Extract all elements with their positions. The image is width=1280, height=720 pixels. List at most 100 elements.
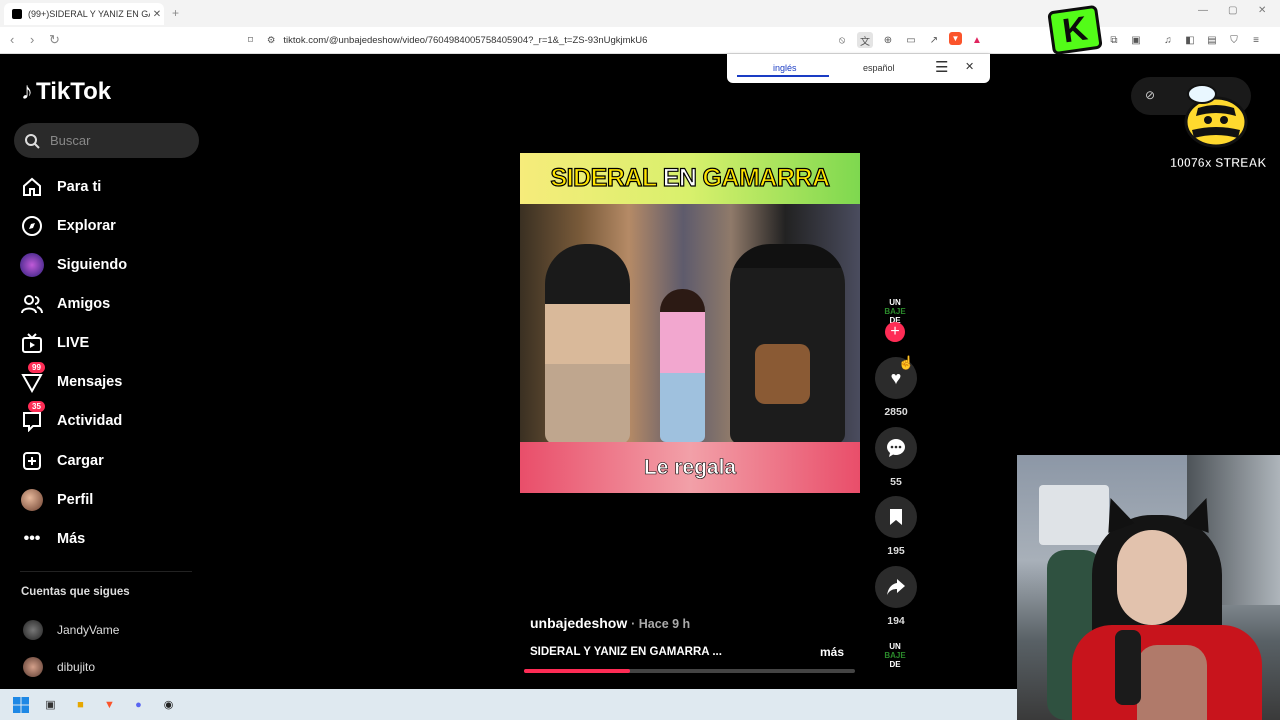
nav-item-para-ti[interactable]: Para ti — [20, 172, 200, 202]
sound-disc[interactable]: UN BAJE DE — [875, 635, 917, 675]
vpn-icon[interactable]: ⛉ — [1226, 32, 1242, 48]
bee-mascot-icon — [1184, 84, 1248, 148]
menu-icon[interactable]: ≡ — [1248, 32, 1264, 48]
tiktok-small-icon[interactable]: ⊘ — [1145, 88, 1155, 102]
comment-icon[interactable] — [875, 427, 917, 469]
following-account-item[interactable]: JandyVame — [23, 620, 119, 640]
webcam-face — [1117, 530, 1187, 625]
minimize-button[interactable]: — — [1198, 5, 1208, 16]
share-count: 194 — [887, 615, 905, 627]
file-explorer-icon[interactable]: ■ — [72, 696, 89, 713]
nav-item-amigos[interactable]: Amigos — [20, 289, 200, 319]
site-info-icon[interactable]: ⚙ — [267, 35, 276, 46]
video-caption: Le regala — [520, 442, 860, 493]
music-icon[interactable]: ♫ — [1160, 32, 1176, 48]
webcam-shelf — [1039, 485, 1109, 545]
no-tracking-icon[interactable]: ⦸ — [834, 32, 850, 48]
back-icon[interactable]: ‹ — [10, 32, 14, 47]
channel-logo-line: BAJE — [884, 306, 906, 316]
translate-menu-icon[interactable]: ☰ — [935, 58, 948, 76]
search-icon — [25, 133, 40, 149]
follow-plus-button[interactable]: + — [885, 322, 905, 342]
share-action[interactable]: 194 — [875, 566, 917, 627]
bookmark-icon[interactable] — [875, 496, 917, 538]
nav-item-explorar[interactable]: Explorar — [20, 211, 200, 241]
video-progress-bar[interactable] — [524, 669, 855, 673]
url-text[interactable]: tiktok.com/@unbajedeshow/video/760498400… — [283, 35, 647, 46]
nav-item-siguiendo[interactable]: Siguiendo — [20, 250, 200, 280]
translate-from-tab[interactable]: inglés — [773, 63, 797, 73]
nav-item-mensajes[interactable]: 99 Mensajes — [20, 362, 200, 397]
share-icon[interactable]: ↗ — [926, 32, 942, 48]
nav-item-perfil[interactable]: Perfil — [20, 485, 200, 515]
window-close-button[interactable]: ✕ — [1258, 5, 1266, 16]
following-avatar-icon — [20, 253, 44, 277]
nav-label: LIVE — [57, 335, 90, 351]
channel-logo-line: DE — [889, 659, 901, 669]
windows-start-icon[interactable] — [12, 696, 29, 713]
bookmark-icon[interactable]: ⌑ — [248, 35, 253, 46]
save-action[interactable]: 195 — [875, 496, 917, 557]
activity-icon: 35 — [20, 401, 45, 433]
nav-label: Explorar — [57, 218, 116, 234]
task-view-icon[interactable]: ▣ — [42, 696, 59, 713]
activity-badge: 35 — [28, 401, 45, 412]
discord-icon[interactable]: ● — [130, 696, 147, 713]
nav-item-mas[interactable]: ••• Más — [20, 524, 200, 554]
author-name[interactable]: unbajedeshow — [530, 615, 627, 631]
webcam-overlay — [1017, 455, 1280, 720]
account-name: JandyVame — [57, 623, 120, 637]
microphone-icon — [1115, 630, 1141, 705]
following-account-item[interactable]: dibujito — [23, 657, 95, 677]
logo-text: TikTok — [36, 78, 112, 105]
tiktok-logo[interactable]: ♪ TikTok — [21, 78, 111, 106]
nav-item-actividad[interactable]: 35 Actividad — [20, 401, 200, 436]
extensions-icon[interactable]: ⧉ — [1106, 32, 1122, 48]
video-bag — [755, 344, 810, 404]
nav-item-live[interactable]: LIVE — [20, 328, 200, 358]
translate-to-tab[interactable]: español — [863, 63, 895, 73]
brave-rewards-icon[interactable]: ▲ — [969, 32, 985, 48]
maximize-button[interactable]: ▢ — [1228, 5, 1237, 16]
zoom-icon[interactable]: ⊕ — [880, 32, 896, 48]
translate-icon[interactable]: 文 — [857, 32, 873, 48]
nav-item-cargar[interactable]: Cargar — [20, 446, 200, 476]
nav-label: Actividad — [57, 413, 123, 429]
reload-icon[interactable]: ↻ — [49, 32, 60, 48]
install-app-icon[interactable]: ▭ — [903, 32, 919, 48]
upload-icon — [20, 449, 44, 473]
sidebar-divider — [20, 571, 192, 572]
video-frame — [520, 204, 860, 444]
translate-close-icon[interactable]: ✕ — [965, 60, 974, 73]
tiktok-note-icon: ♪ — [21, 78, 33, 105]
nav-label: Más — [57, 531, 86, 547]
browser-tab[interactable]: (99+)SIDERAL Y YANIZ EN GA ✕ — [4, 3, 164, 25]
video-description: SIDERAL Y YANIZ EN GAMARRA ... — [530, 646, 722, 658]
tiktok-favicon-icon — [12, 9, 22, 19]
video-player[interactable]: SIDERAL EN GAMARRA Le regala — [520, 153, 860, 493]
new-tab-button[interactable]: + — [172, 6, 179, 20]
brave-browser-icon[interactable]: ▼ — [101, 696, 118, 713]
more-link[interactable]: más — [820, 645, 844, 659]
search-bar[interactable] — [14, 123, 199, 158]
nav-label: Perfil — [57, 492, 94, 508]
messages-badge: 99 — [28, 362, 45, 373]
brave-shields-icon[interactable]: ▼ — [949, 32, 962, 45]
mouse-cursor-icon: ☝ — [898, 355, 915, 370]
search-input[interactable] — [48, 132, 178, 149]
wallet-icon[interactable]: ▣ — [1128, 32, 1144, 48]
share-arrow-icon[interactable] — [875, 566, 917, 608]
channel-logo-line: UN — [889, 641, 901, 651]
comment-action[interactable]: 55 — [875, 427, 917, 488]
like-count: 2850 — [884, 406, 908, 418]
wallet2-icon[interactable]: ▤ — [1204, 32, 1220, 48]
sidebar-toggle-icon[interactable]: ◧ — [1182, 32, 1198, 48]
video-author-line: unbajedeshow · Hace 9 h — [530, 615, 690, 631]
forward-icon[interactable]: › — [30, 32, 34, 47]
profile-avatar-icon — [20, 488, 44, 512]
post-time: · Hace 9 h — [631, 617, 691, 631]
send-icon: 99 — [20, 362, 45, 394]
obs-icon[interactable]: ◉ — [160, 696, 177, 713]
tab-close-icon[interactable]: ✕ — [150, 9, 164, 20]
kick-logo: K — [1047, 4, 1103, 56]
